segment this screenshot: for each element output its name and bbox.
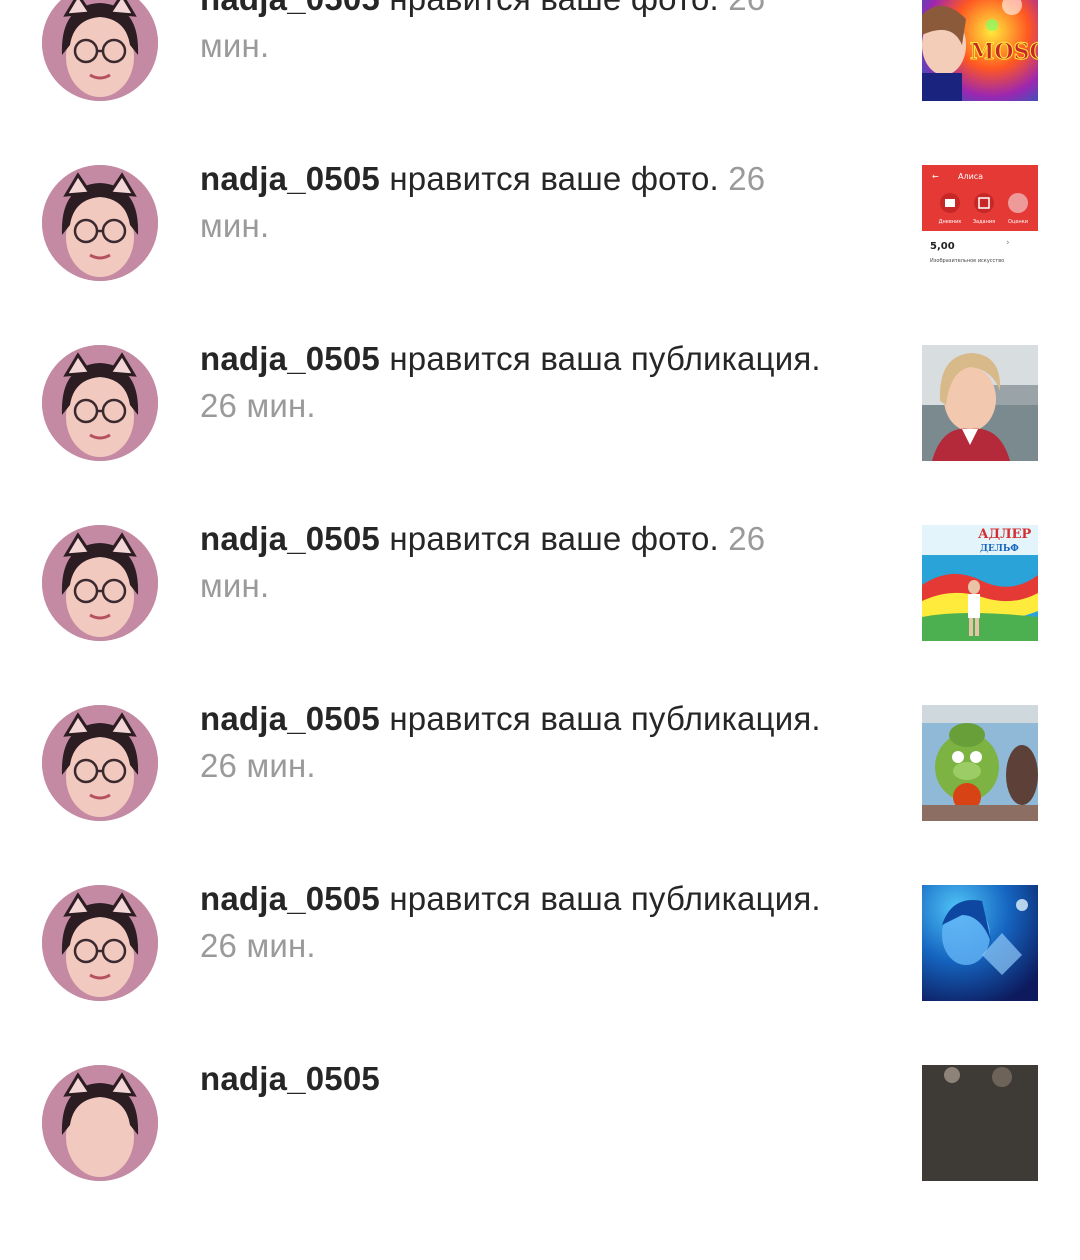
avatar[interactable]	[42, 345, 158, 461]
photo-adler-dolphinarium-thumbnail-icon: АДЛЕР ДЕЛЬФ	[922, 525, 1038, 641]
notification-row[interactable]: nadja_0505 нравится ваше фото. 26 мин. ←…	[0, 160, 1080, 360]
photo-blue-selfie-thumbnail-icon	[922, 885, 1038, 1001]
username-link[interactable]: nadja_0505	[200, 1060, 380, 1097]
notification-text: nadja_0505 нравится ваша публикация. 26 …	[200, 875, 840, 969]
post-thumbnail[interactable]	[922, 345, 1038, 461]
moscow-text: MOSC	[970, 39, 1038, 65]
activity-feed: nadja_0505 нравится ваше фото. 26 мин. M…	[0, 0, 1080, 1181]
notification-text: nadja_0505 нравится ваше фото. 26 мин.	[200, 0, 840, 69]
screenshot-alisa-app-thumbnail-icon: ← Алиса Дневник Задания Оценки 5,00 Изоб…	[922, 165, 1038, 281]
notification-row[interactable]: nadja_0505 нравится ваша публикация. 26 …	[0, 340, 1080, 540]
action-text: нравится ваше фото.	[389, 520, 719, 557]
photo-moscow-thumbnail-icon: MOSC	[922, 0, 1038, 101]
action-text: нравится ваше фото.	[389, 160, 719, 197]
alisa-grade-value: 5,00	[930, 241, 955, 252]
username-link[interactable]: nadja_0505	[200, 0, 380, 17]
timestamp: 26 мин.	[200, 927, 316, 964]
avatar[interactable]	[42, 705, 158, 821]
alisa-tab-grades: Оценки	[1008, 219, 1028, 225]
alisa-subject: Изобразительное искусство	[930, 258, 1004, 264]
action-text: нравится ваше фото.	[389, 0, 719, 17]
notification-text: nadja_0505 нравится ваше фото. 26 мин.	[200, 155, 840, 249]
notification-row[interactable]: nadja_0505	[0, 1060, 1080, 1260]
user-avatar-icon	[42, 345, 158, 461]
post-thumbnail[interactable]	[922, 705, 1038, 821]
post-thumbnail[interactable]: ← Алиса Дневник Задания Оценки 5,00 Изоб…	[922, 165, 1038, 281]
post-thumbnail[interactable]: MOSC	[922, 0, 1038, 101]
notification-text: nadja_0505 нравится ваша публикация. 26 …	[200, 335, 840, 429]
user-avatar-icon	[42, 0, 158, 101]
photo-partial-thumbnail-icon	[922, 1065, 1038, 1181]
adler-text: АДЛЕР	[978, 527, 1032, 542]
username-link[interactable]: nadja_0505	[200, 520, 380, 557]
user-avatar-icon	[42, 885, 158, 1001]
action-text: нравится ваша публикация.	[389, 340, 821, 377]
timestamp: 26 мин.	[200, 387, 316, 424]
timestamp: 26 мин.	[200, 747, 316, 784]
user-avatar-icon	[42, 165, 158, 281]
notification-row[interactable]: nadja_0505 нравится ваша публикация. 26 …	[0, 880, 1080, 1080]
post-thumbnail[interactable]: АДЛЕР ДЕЛЬФ	[922, 525, 1038, 641]
alisa-title: Алиса	[958, 172, 983, 181]
dolphin-text: ДЕЛЬФ	[980, 544, 1019, 554]
notification-row[interactable]: nadja_0505 нравится ваше фото. 26 мин. А…	[0, 520, 1080, 720]
alisa-tab-diary: Дневник	[939, 219, 962, 225]
notification-text: nadja_0505 нравится ваша публикация. 26 …	[200, 695, 840, 789]
avatar[interactable]	[42, 885, 158, 1001]
photo-girl-portrait-thumbnail-icon	[922, 345, 1038, 461]
notification-row[interactable]: nadja_0505 нравится ваша публикация. 26 …	[0, 700, 1080, 900]
alisa-tab-tasks: Задания	[973, 219, 995, 225]
notification-text: nadja_0505 нравится ваше фото. 26 мин.	[200, 515, 840, 609]
username-link[interactable]: nadja_0505	[200, 340, 380, 377]
username-link[interactable]: nadja_0505	[200, 160, 380, 197]
avatar[interactable]	[42, 1065, 158, 1181]
avatar[interactable]	[42, 165, 158, 281]
avatar[interactable]	[42, 525, 158, 641]
svg-text:←: ←	[932, 172, 939, 181]
notification-row[interactable]: nadja_0505 нравится ваше фото. 26 мин. M…	[0, 0, 1080, 180]
photo-angry-birds-thumbnail-icon	[922, 705, 1038, 821]
user-avatar-icon	[42, 525, 158, 641]
post-thumbnail[interactable]	[922, 1065, 1038, 1181]
post-thumbnail[interactable]	[922, 885, 1038, 1001]
user-avatar-icon	[42, 705, 158, 821]
action-text: нравится ваша публикация.	[389, 880, 821, 917]
avatar[interactable]	[42, 0, 158, 101]
user-avatar-icon	[42, 1065, 158, 1181]
notification-text: nadja_0505	[200, 1055, 840, 1102]
action-text: нравится ваша публикация.	[389, 700, 821, 737]
username-link[interactable]: nadja_0505	[200, 700, 380, 737]
username-link[interactable]: nadja_0505	[200, 880, 380, 917]
svg-text:›: ›	[1006, 238, 1010, 248]
